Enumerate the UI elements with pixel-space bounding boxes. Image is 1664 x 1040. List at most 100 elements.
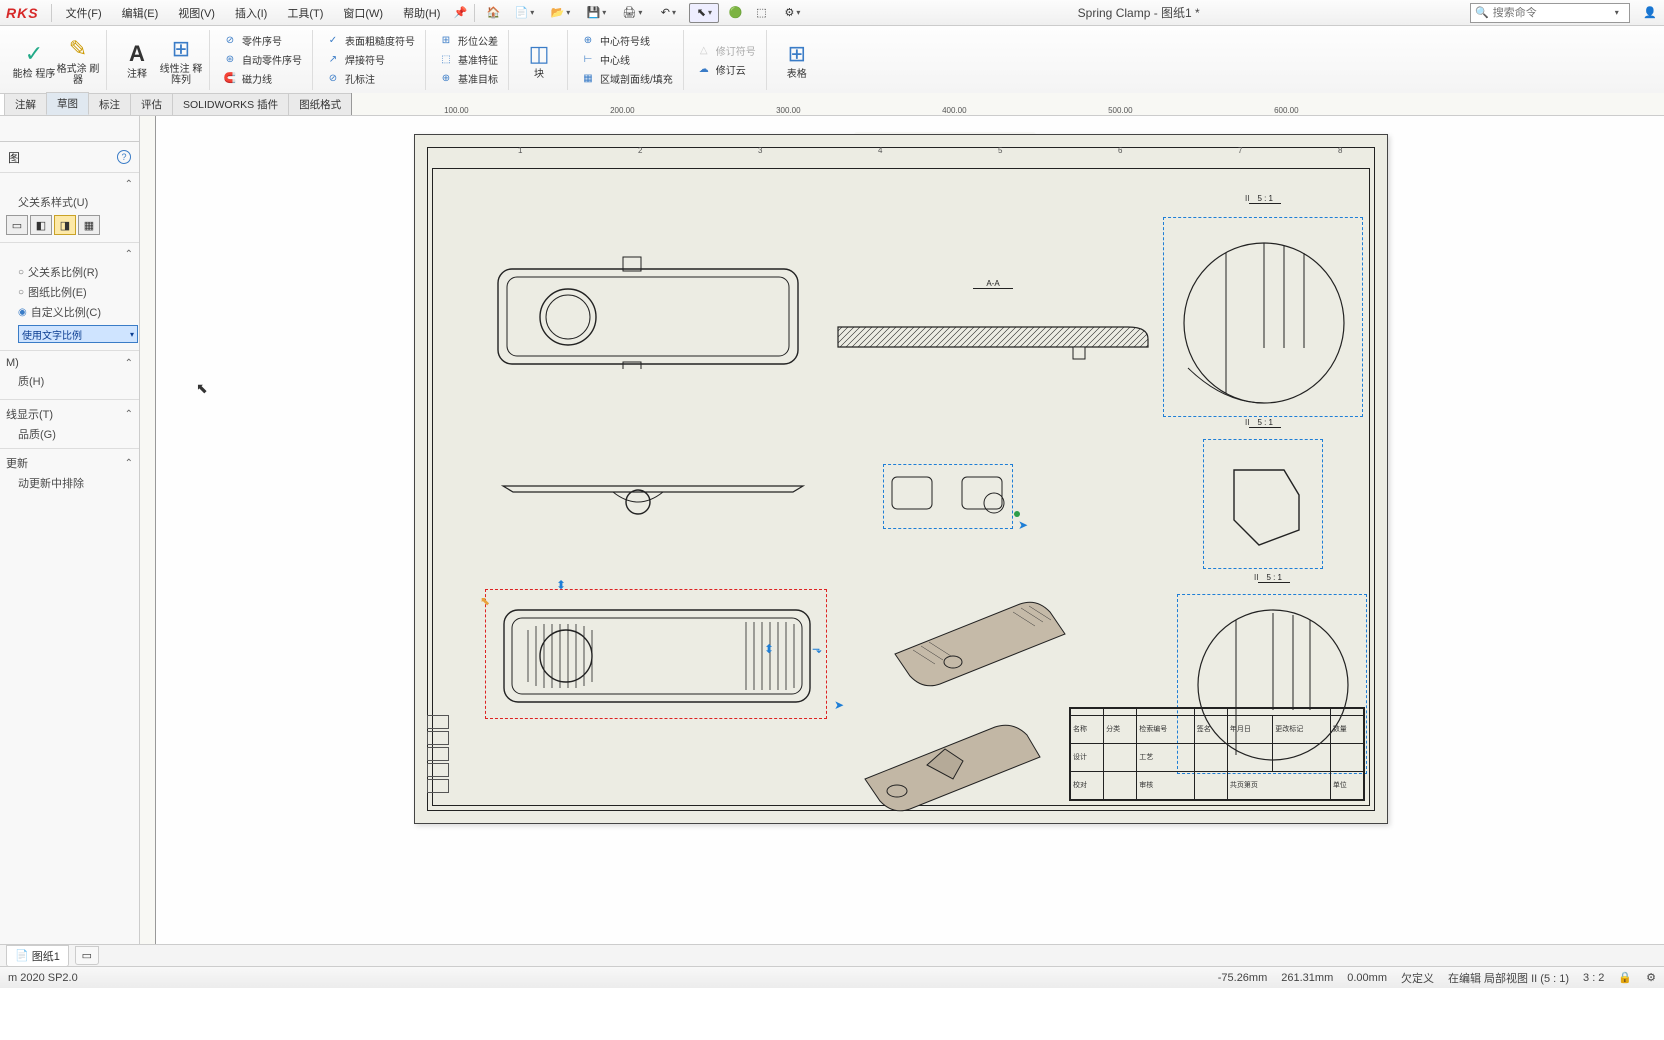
datum-feature-button[interactable]: ⬚基准特征 <box>434 51 502 69</box>
select-icon[interactable]: ⬉▾ <box>689 3 719 23</box>
area-hatch-button[interactable]: ▦区域剖面线/填充 <box>576 70 677 88</box>
ruler-horizontal: 100.00 200.00 300.00 400.00 500.00 600.0… <box>351 93 1664 115</box>
pin-icon[interactable]: 📌 <box>450 3 470 23</box>
datum-target-button[interactable]: ⊕基准目标 <box>434 70 502 88</box>
menu-file[interactable]: 文件(F) <box>56 1 112 25</box>
user-icon[interactable]: 👤 <box>1640 3 1660 23</box>
drawing-view-side[interactable] <box>493 474 813 519</box>
open-icon[interactable]: 📂▾ <box>545 3 575 23</box>
table-button[interactable]: ⊞表格 <box>775 32 819 88</box>
undo-icon[interactable]: ↶▾ <box>653 3 683 23</box>
scale-dropdown[interactable]: 使用文字比例▾ <box>18 325 138 343</box>
display-mode-1[interactable]: ▭ <box>6 215 28 235</box>
title-block[interactable]: 名称分类检索编号签名年月日更改标记数量 设计工艺 校对审核共页第页单位 <box>1069 707 1365 801</box>
sheet-border: 1 2 3 4 5 6 7 8 <box>427 147 1375 811</box>
chevron-down-icon[interactable]: ▾ <box>1615 8 1619 17</box>
print-icon[interactable]: 🖨▾ <box>617 3 647 23</box>
menu-view[interactable]: 视图(V) <box>168 1 225 25</box>
section-update: 更新⌃ 动更新中排除 <box>0 448 139 497</box>
section-header[interactable]: 线显示(T)⌃ <box>6 404 133 424</box>
property-panel: 图 ? ⌃ 父关系样式(U) ▭ ◧ ◨ ▦ ⌃ 父关系比例(R) 图纸比例(E… <box>0 116 140 944</box>
options-icon[interactable]: ⬚ <box>751 3 771 23</box>
sheet-tab-bar: 📄图纸1 ▭ <box>0 944 1664 966</box>
display-mode-3[interactable]: ◨ <box>54 215 76 235</box>
scale-sheet-radio[interactable]: 图纸比例(E) <box>6 282 133 302</box>
drawing-canvas[interactable]: 🔍 ⊡ ↺ 🔄 ↻ ⊞ ▾ ▾ ● 1 2 3 4 5 6 7 8 <box>140 116 1664 944</box>
tab-annotation[interactable]: 注解 <box>4 93 47 115</box>
balloon-button[interactable]: ⊘零件序号 <box>218 32 306 50</box>
exclude-update-item[interactable]: 动更新中排除 <box>6 473 133 493</box>
quality-blank[interactable] <box>6 391 133 395</box>
magnet-line-button[interactable]: 🧲磁力线 <box>218 70 306 88</box>
settings-icon[interactable]: ⚙▾ <box>777 3 807 23</box>
center-mark-button[interactable]: ⊕中心符号线 <box>576 32 677 50</box>
drawing-view-top[interactable] <box>493 249 803 369</box>
auto-balloon-button[interactable]: ⊛自动零件序号 <box>218 51 306 69</box>
menu-edit[interactable]: 编辑(E) <box>112 1 169 25</box>
detail-view-2[interactable]: II5 : 1 <box>1203 439 1323 569</box>
status-z: 0.00mm <box>1347 972 1387 984</box>
section-header[interactable]: 更新⌃ <box>6 453 133 473</box>
hole-callout-button[interactable]: ⊘孔标注 <box>321 70 419 88</box>
status-lock-icon[interactable]: 🔒 <box>1618 971 1632 984</box>
section-header[interactable]: ⌃ <box>6 247 133 262</box>
geometric-tolerance-button[interactable]: ⊞形位公差 <box>434 32 502 50</box>
ruler-vertical <box>140 116 156 944</box>
weld-symbol-button[interactable]: ↗焊接符号 <box>321 51 419 69</box>
search-icon: 🔍 <box>1475 6 1489 19</box>
format-painter-button[interactable]: ✎格式涂 刷器 <box>56 32 100 88</box>
display-mode-4[interactable]: ▦ <box>78 215 100 235</box>
isometric-view-1[interactable] <box>865 584 1085 704</box>
sheet-icon: 📄 <box>15 949 29 962</box>
tab-sheet-format[interactable]: 图纸格式 <box>288 93 352 115</box>
home-icon[interactable]: 🏠 <box>483 3 503 23</box>
drawing-sheet[interactable]: 1 2 3 4 5 6 7 8 <box>414 134 1388 824</box>
add-sheet-button[interactable]: ▭ <box>75 946 99 965</box>
window-title: Spring Clamp - 图纸1 * <box>807 4 1470 21</box>
sheet-frame: A-A <box>432 168 1370 806</box>
section-m: M)⌃ 质(H) <box>0 350 139 399</box>
tab-sketch[interactable]: 草图 <box>46 92 89 115</box>
status-define: 欠定义 <box>1401 970 1434 986</box>
tab-plugins[interactable]: SOLIDWORKS 插件 <box>172 93 289 115</box>
tab-row: 注解 草图 标注 评估 SOLIDWORKS 插件 图纸格式 100.00 20… <box>0 94 1664 116</box>
section-view-aa[interactable]: A-A <box>828 279 1158 369</box>
detail-view-1[interactable]: II5 : 1 <box>1163 217 1363 417</box>
menu-window[interactable]: 窗口(W) <box>333 1 393 25</box>
display-mode-2[interactable]: ◧ <box>30 215 52 235</box>
block-button[interactable]: ◫块 <box>517 32 561 88</box>
section-header[interactable]: M)⌃ <box>6 355 133 371</box>
quality-g[interactable]: 质(H) <box>6 371 133 391</box>
section-line-display: 线显示(T)⌃ 品质(G) <box>0 399 139 448</box>
drawing-view-detail-mid[interactable]: ➤ <box>883 464 1013 529</box>
linear-pattern-button[interactable]: ⊞线性注 释阵列 <box>159 32 203 88</box>
quality-item[interactable]: 品质(G) <box>6 424 133 444</box>
tab-evaluate[interactable]: 评估 <box>130 93 173 115</box>
status-mode-icon[interactable]: ⚙ <box>1646 971 1656 984</box>
centerline-button[interactable]: ⊢中心线 <box>576 51 677 69</box>
check-button[interactable]: ✓能检 程序 <box>12 32 56 88</box>
drawing-view-bottom-selected[interactable]: ⬍ ⬍ ⬎ ➤ ⬉ <box>485 589 827 719</box>
menu-help[interactable]: 帮助(H) <box>393 1 450 25</box>
version-label: m 2020 SP2.0 <box>8 972 78 984</box>
surface-finish-button[interactable]: ✓表面粗糙度符号 <box>321 32 419 50</box>
revision-cloud-button[interactable]: ☁修订云 <box>692 60 760 78</box>
annotation-button[interactable]: A注释 <box>115 32 159 88</box>
section-scale: ⌃ 父关系比例(R) 图纸比例(E) 自定义比例(C) 使用文字比例▾ <box>0 242 139 350</box>
scale-parent-radio[interactable]: 父关系比例(R) <box>6 262 133 282</box>
search-box[interactable]: 🔍 ▾ <box>1470 3 1630 23</box>
menu-tools[interactable]: 工具(T) <box>277 1 333 25</box>
parent-style-option[interactable]: 父关系样式(U) <box>6 192 133 212</box>
menu-insert[interactable]: 插入(I) <box>225 1 277 25</box>
sheet-tab-1[interactable]: 📄图纸1 <box>6 945 69 967</box>
rebuild-icon[interactable]: 🟢 <box>725 3 745 23</box>
isometric-view-2[interactable] <box>845 709 1055 819</box>
new-icon[interactable]: 📄▾ <box>509 3 539 23</box>
help-icon[interactable]: ? <box>117 150 131 164</box>
save-icon[interactable]: 💾▾ <box>581 3 611 23</box>
section-header[interactable]: ⌃ <box>6 177 133 192</box>
tab-dimension[interactable]: 标注 <box>88 93 131 115</box>
scale-custom-radio[interactable]: 自定义比例(C) <box>6 302 133 322</box>
search-input[interactable] <box>1493 7 1613 19</box>
selection-handle[interactable] <box>1014 511 1020 517</box>
